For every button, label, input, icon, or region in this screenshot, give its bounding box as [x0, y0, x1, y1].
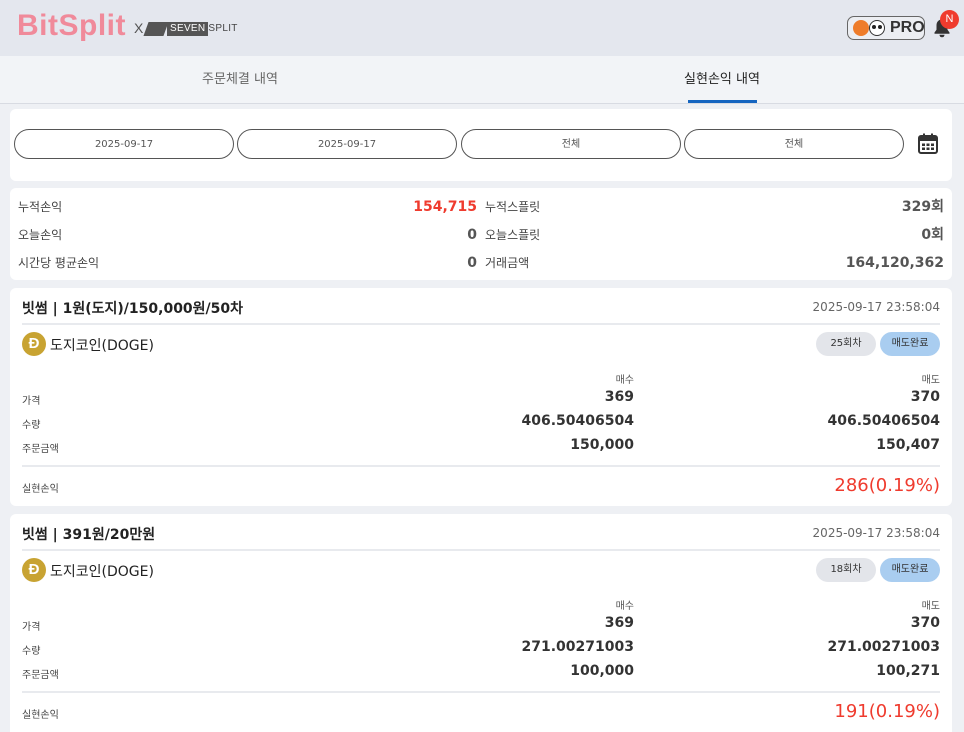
- buy-column-header: 매수: [615, 601, 634, 612]
- price-label: 가격: [22, 396, 41, 407]
- sevensplit-logo: SEVEN SPLIT: [143, 22, 238, 36]
- sell-column-header: 매도: [921, 375, 940, 386]
- buy-price: 369: [604, 615, 634, 631]
- realized-pnl-label: 실현손익: [22, 710, 59, 721]
- quantity-label: 수량: [22, 420, 41, 431]
- status-badge: 매도완료: [880, 332, 940, 356]
- sell-quantity: 406.50406504: [827, 413, 940, 429]
- card-datetime: 2025-09-17 23:58:04: [812, 300, 940, 314]
- bitsplit-logo[interactable]: BitSplit: [17, 8, 126, 44]
- volume-label: 거래금액: [485, 256, 530, 270]
- summary-row-cumulative-split: 누적스플릿 329회: [485, 193, 944, 221]
- realized-pnl-label: 실현손익: [22, 484, 59, 495]
- round-badge: 18회차: [816, 558, 876, 582]
- divider: [22, 549, 940, 551]
- tab-realized-pnl[interactable]: 실현손익 내역: [652, 56, 792, 104]
- pro-badge-button[interactable]: PRO: [847, 16, 925, 40]
- calendar-icon[interactable]: [918, 133, 938, 154]
- doge-coin-icon: Ð: [22, 558, 46, 582]
- buy-column-header: 매수: [615, 375, 634, 386]
- doge-coin-icon: Ð: [22, 332, 46, 356]
- tab-bar: 주문체결 내역 실현손익 내역: [0, 56, 964, 104]
- realized-pnl-value: 286(0.19%): [834, 475, 940, 496]
- summary-row-hourly-avg: 시간당 평균손익 0: [18, 249, 477, 277]
- card-title: 빗썸 | 391원/20만원: [22, 527, 156, 543]
- coin-name: 도지코인(DOGE): [50, 338, 154, 354]
- buy-price: 369: [604, 389, 634, 405]
- cumulative-split-value: 329회: [901, 199, 944, 215]
- today-split-label: 오늘스플릿: [485, 228, 541, 242]
- logo-separator: X: [134, 20, 144, 36]
- summary-panel: 누적손익 154,715 누적스플릿 329회 오늘손익 0 오늘스플릿 0회 …: [10, 188, 952, 280]
- buy-quantity: 406.50406504: [521, 413, 634, 429]
- card-title: 빗썸 | 1원(도지)/150,000원/50차: [22, 301, 244, 317]
- sell-column-header: 매도: [921, 601, 940, 612]
- pro-emoji-icon-1: [853, 20, 869, 36]
- summary-row-today-pnl: 오늘손익 0: [18, 221, 477, 249]
- hourly-avg-value: 0: [467, 255, 477, 271]
- coin-name: 도지코인(DOGE): [50, 564, 154, 580]
- today-pnl-value: 0: [467, 227, 477, 243]
- sell-price: 370: [910, 389, 940, 405]
- quantity-label: 수량: [22, 646, 41, 657]
- status-badge: 매도완료: [880, 558, 940, 582]
- volume-value: 164,120,362: [845, 255, 944, 271]
- summary-row-cumulative-pnl: 누적손익 154,715: [18, 193, 477, 221]
- active-tab-indicator: [688, 100, 757, 103]
- sevensplit-slash-icon: [143, 22, 169, 36]
- divider: [22, 323, 940, 325]
- summary-row-volume: 거래금액 164,120,362: [485, 249, 944, 277]
- pro-label: PRO: [890, 19, 925, 36]
- sell-amount: 100,271: [876, 663, 940, 679]
- start-date-input[interactable]: 2025-09-17: [14, 129, 234, 159]
- sell-price: 370: [910, 615, 940, 631]
- buy-amount: 150,000: [570, 437, 634, 453]
- trade-card[interactable]: 빗썸 | 391원/20만원 2025-09-17 23:58:04 Ð 도지코…: [10, 514, 952, 732]
- notification-badge[interactable]: N: [940, 10, 959, 29]
- today-pnl-label: 오늘손익: [18, 228, 63, 242]
- cumulative-split-label: 누적스플릿: [485, 200, 541, 214]
- buy-amount: 100,000: [570, 663, 634, 679]
- today-split-value: 0회: [921, 227, 944, 243]
- price-label: 가격: [22, 622, 41, 633]
- order-amount-label: 주문금액: [22, 670, 59, 681]
- pro-panda-icon: [869, 20, 885, 36]
- summary-row-today-split: 오늘스플릿 0회: [485, 221, 944, 249]
- filter-panel: 2025-09-17 2025-09-17 전체 전체: [10, 109, 952, 181]
- divider: [22, 465, 940, 467]
- end-date-input[interactable]: 2025-09-17: [237, 129, 457, 159]
- sell-quantity: 271.00271003: [827, 639, 940, 655]
- top-bar: BitSplit X SEVEN SPLIT PRO N: [0, 0, 964, 56]
- cumulative-pnl-label: 누적손익: [18, 200, 63, 214]
- trade-card[interactable]: 빗썸 | 1원(도지)/150,000원/50차 2025-09-17 23:5…: [10, 288, 952, 506]
- sell-amount: 150,407: [876, 437, 940, 453]
- hourly-avg-label: 시간당 평균손익: [18, 256, 100, 270]
- tab-order-history[interactable]: 주문체결 내역: [170, 56, 310, 104]
- cumulative-pnl-value: 154,715: [413, 199, 477, 215]
- card-datetime: 2025-09-17 23:58:04: [812, 526, 940, 540]
- coin-filter-select[interactable]: 전체: [684, 129, 904, 159]
- exchange-filter-select[interactable]: 전체: [461, 129, 681, 159]
- buy-quantity: 271.00271003: [521, 639, 634, 655]
- order-amount-label: 주문금액: [22, 444, 59, 455]
- round-badge: 25회차: [816, 332, 876, 356]
- realized-pnl-value: 191(0.19%): [834, 701, 940, 722]
- divider: [22, 691, 940, 693]
